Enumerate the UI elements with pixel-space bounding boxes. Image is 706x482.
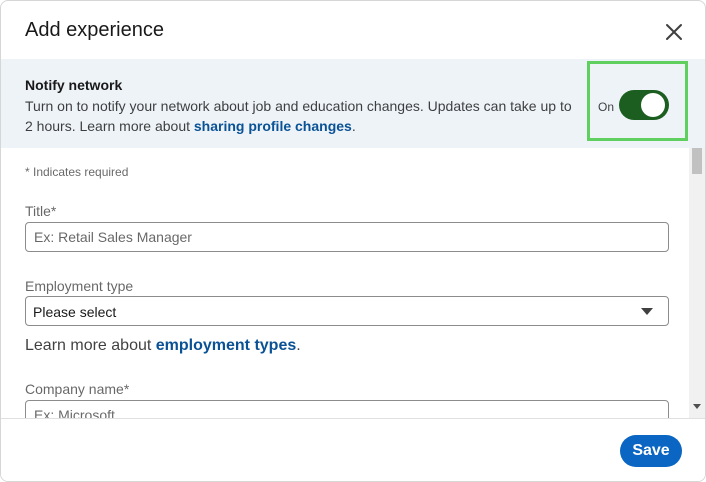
- close-icon: [666, 24, 682, 40]
- required-note: * Indicates required: [25, 165, 129, 179]
- company-name-input[interactable]: [25, 400, 669, 418]
- notify-description-suffix: .: [351, 118, 356, 134]
- employment-type-value: Please select: [33, 304, 117, 320]
- modal-footer: Save: [1, 418, 705, 481]
- modal-header: Add experience: [1, 1, 705, 59]
- save-button[interactable]: Save: [620, 435, 682, 467]
- notify-network-section: Notify network Turn on to notify your ne…: [1, 59, 705, 148]
- notify-title: Notify network: [25, 77, 123, 93]
- company-name-label: Company name*: [25, 381, 130, 397]
- toggle-label: On: [598, 100, 615, 114]
- employment-type-label: Employment type: [25, 278, 134, 294]
- sharing-profile-changes-link[interactable]: sharing profile changes: [194, 118, 352, 134]
- close-button[interactable]: [661, 19, 687, 45]
- learn-more-suffix: .: [296, 337, 301, 354]
- employment-type-select[interactable]: Please select: [25, 296, 669, 326]
- notify-description: Turn on to notify your network about job…: [25, 96, 573, 136]
- title-label: Title*: [25, 203, 57, 219]
- notify-network-toggle[interactable]: [619, 90, 669, 120]
- learn-more-prefix: Learn more about: [25, 337, 156, 354]
- chevron-down-icon: [641, 308, 653, 315]
- notify-toggle-highlight: On: [587, 61, 688, 141]
- employment-types-learn-more: Learn more about employment types.: [25, 337, 301, 355]
- scrollbar-thumb[interactable]: [692, 148, 702, 174]
- form-scroll-area[interactable]: * Indicates required Title* Employment t…: [1, 148, 689, 418]
- title-input[interactable]: [25, 222, 669, 252]
- modal-title: Add experience: [25, 19, 164, 41]
- toggle-knob: [641, 93, 665, 117]
- scroll-down-arrow-icon[interactable]: [693, 404, 701, 409]
- employment-types-link[interactable]: employment types: [156, 337, 296, 354]
- add-experience-modal: Add experience Notify network Turn on to…: [0, 0, 706, 482]
- scrollbar[interactable]: [689, 148, 705, 418]
